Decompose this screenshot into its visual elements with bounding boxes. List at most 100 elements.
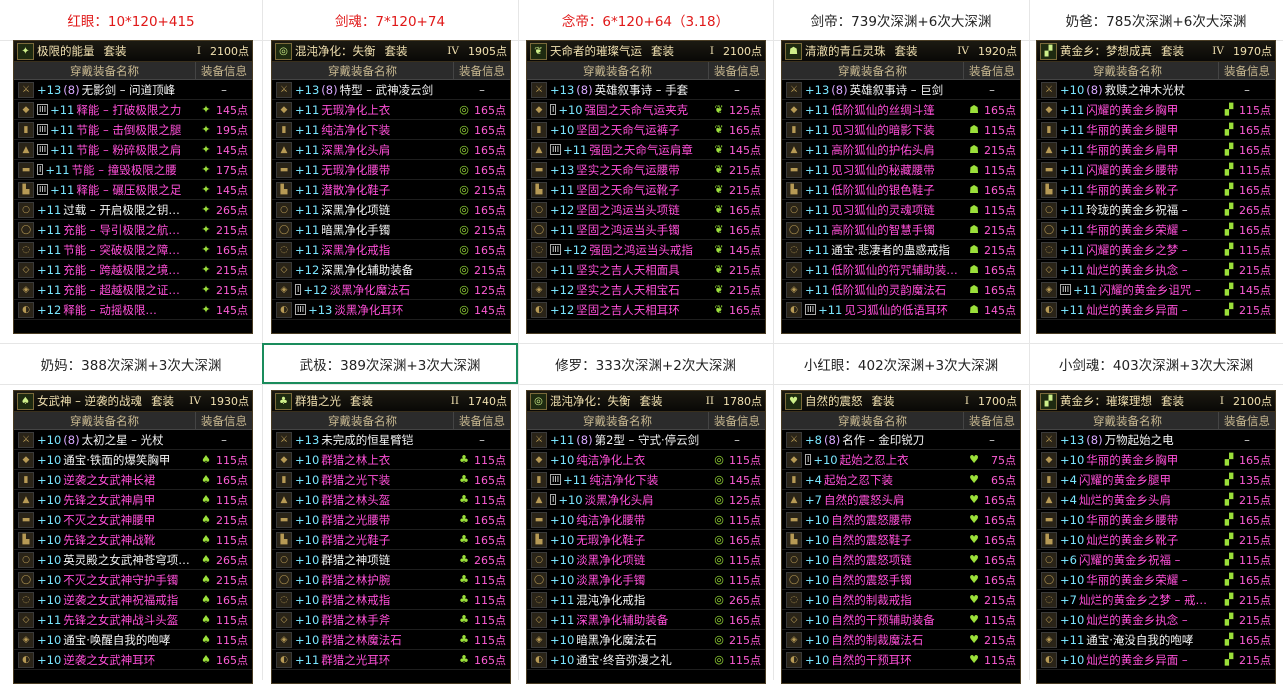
equipment-row[interactable]: ◈ +11 低阶狐仙的灵韵魔法石 ☗ 165点 (782, 280, 1020, 300)
equipment-row[interactable]: ◯ +11 高阶狐仙的智慧手镯 ☗ 215点 (782, 220, 1020, 240)
equipment-row[interactable]: ◐ III +11 见习狐仙的低语耳环 ☗ 145点 (782, 300, 1020, 320)
character-header[interactable]: 剑魂：7*120+74 (262, 0, 518, 40)
equipment-row[interactable]: ▲ +4 灿烂的黄金乡头肩 ▞ 215点 (1037, 490, 1275, 510)
equipment-row[interactable]: ▙ +10 灿烂的黄金乡靴子 ▞ 215点 (1037, 530, 1275, 550)
equipment-row[interactable]: ○ +12 坚固之鸿运当头项链 ❦ 165点 (527, 200, 765, 220)
equipment-row[interactable]: ▬ +10 群猎之光腰带 ♣ 165点 (272, 510, 510, 530)
equipment-row[interactable]: ◯ +11 暗黑净化手镯 ◎ 215点 (272, 220, 510, 240)
equipment-row[interactable]: ◆ +10 群猎之林上衣 ♣ 115点 (272, 450, 510, 470)
equipment-row[interactable]: ◌ +11 闪耀的黄金乡之梦 – ▞ 115点 (1037, 240, 1275, 260)
equipment-row[interactable]: ◈ +10 通宝·唤醒自我的咆哮 ♠ 115点 (14, 630, 252, 650)
equipment-row[interactable]: ▬ I +11 节能 – 撞毁极限之腰 ✦ 175点 (14, 160, 252, 180)
equipment-row[interactable]: ◆ +11 低阶狐仙的丝绸斗篷 ☗ 165点 (782, 100, 1020, 120)
equipment-row[interactable]: ○ +10 英灵殿之女武神苍穹项… ♠ 265点 (14, 550, 252, 570)
equipment-row[interactable]: ◌ +11 深黑净化戒指 ◎ 165点 (272, 240, 510, 260)
equipment-row[interactable]: ◯ +10 自然的震怒手镯 ♥ 165点 (782, 570, 1020, 590)
equipment-row[interactable]: ◯ +10 群猎之林护腕 ♣ 115点 (272, 570, 510, 590)
equipment-row[interactable]: ⚔ +13 (8) 万物起始之电 – (1037, 430, 1275, 450)
equipment-row[interactable]: ▙ III +11 释能 – 碾压极限之足 ✦ 145点 (14, 180, 252, 200)
equipment-row[interactable]: ◈ III +11 闪耀的黄金乡诅咒 – ▞ 145点 (1037, 280, 1275, 300)
equipment-row[interactable]: ◇ +10 群猎之林手斧 ♣ 115点 (272, 610, 510, 630)
equipment-row[interactable]: ▮ +4 闪耀的黄金乡腿甲 ▞ 135点 (1037, 470, 1275, 490)
equipment-row[interactable]: ◯ +10 淡黑净化手镯 ◎ 115点 (527, 570, 765, 590)
equipment-row[interactable]: ○ +10 群猎之神项链 ♣ 265点 (272, 550, 510, 570)
equipment-row[interactable]: ◇ +11 充能 – 跨越极限之境… ✦ 215点 (14, 260, 252, 280)
equipment-row[interactable]: ◐ +11 群猎之光耳环 ♣ 165点 (272, 650, 510, 670)
equipment-row[interactable]: ▮ III +11 节能 – 击倒极限之腿 ✦ 195点 (14, 120, 252, 140)
equipment-row[interactable]: ◇ +12 深黑净化辅助装备 ◎ 215点 (272, 260, 510, 280)
equipment-row[interactable]: ◆ I +10 起始之忍上衣 ♥ 75点 (782, 450, 1020, 470)
equipment-row[interactable]: ▬ +11 见习狐仙的秘藏腰带 ☗ 115点 (782, 160, 1020, 180)
equipment-row[interactable]: ▙ +10 自然的震怒鞋子 ♥ 165点 (782, 530, 1020, 550)
equipment-row[interactable]: ◇ +10 自然的干预辅助装备 ♥ 115点 (782, 610, 1020, 630)
equipment-row[interactable]: ◌ +11 通宝·悲凄者的蛊惑戒指 ☗ 215点 (782, 240, 1020, 260)
equipment-row[interactable]: ◆ +11 闪耀的黄金乡胸甲 ▞ 115点 (1037, 100, 1275, 120)
equipment-row[interactable]: ◐ +10 自然的干预耳环 ♥ 115点 (782, 650, 1020, 670)
equipment-row[interactable]: ⚔ +13 (8) 英雄叙事诗 – 手套 – (527, 80, 765, 100)
character-header[interactable]: 红眼：10*120+415 (0, 0, 262, 40)
equipment-row[interactable]: ◈ I +12 淡黑净化魔法石 ◎ 125点 (272, 280, 510, 300)
equipment-row[interactable]: ◐ +10 灿烂的黄金乡异面 – ▞ 215点 (1037, 650, 1275, 670)
equipment-row[interactable]: ◌ +10 逆袭之女武神祝福戒指 ♠ 165点 (14, 590, 252, 610)
equipment-row[interactable]: ▲ III +11 强固之天命气运肩章 ❦ 145点 (527, 140, 765, 160)
equipment-row[interactable]: ▙ +10 无瑕净化鞋子 ◎ 165点 (527, 530, 765, 550)
equipment-row[interactable]: ◆ +10 通宝·铁面的爆笑胸甲 ♠ 115点 (14, 450, 252, 470)
equipment-row[interactable]: ◇ +11 深黑净化辅助装备 ◎ 165点 (527, 610, 765, 630)
equipment-row[interactable]: ◌ +10 自然的制裁戒指 ♥ 215点 (782, 590, 1020, 610)
equipment-row[interactable]: ◯ +11 坚固之鸿运当头手镯 ❦ 165点 (527, 220, 765, 240)
equipment-row[interactable]: ▮ +11 华丽的黄金乡腿甲 ▞ 165点 (1037, 120, 1275, 140)
equipment-row[interactable]: ⚔ +10 (8) 太初之星 – 光杖 – (14, 430, 252, 450)
equipment-row[interactable]: ◐ +10 通宝·终音弥漫之礼 ◎ 115点 (527, 650, 765, 670)
equipment-row[interactable]: ○ +11 过载 – 开启极限之钥… ✦ 265点 (14, 200, 252, 220)
equipment-row[interactable]: ◯ +10 华丽的黄金乡荣耀 – ▞ 165点 (1037, 570, 1275, 590)
equipment-row[interactable]: ⚔ +13 未完成的恒星臂铠 – (272, 430, 510, 450)
equipment-row[interactable]: ○ +6 闪耀的黄金乡祝福 – ▞ 115点 (1037, 550, 1275, 570)
equipment-row[interactable]: ◈ +11 通宝·淹没自我的咆哮 ▞ 165点 (1037, 630, 1275, 650)
equipment-row[interactable]: ▮ +10 坚固之天命气运裤子 ❦ 165点 (527, 120, 765, 140)
equipment-row[interactable]: ◌ +11 混沌净化戒指 ◎ 265点 (527, 590, 765, 610)
equipment-row[interactable]: ▲ +10 先锋之女武神肩甲 ♠ 115点 (14, 490, 252, 510)
equipment-row[interactable]: ⚔ +10 (8) 救赎之神木光杖 – (1037, 80, 1275, 100)
equipment-row[interactable]: ▬ +11 闪耀的黄金乡腰带 ▞ 115点 (1037, 160, 1275, 180)
equipment-row[interactable]: ◇ +11 灿烂的黄金乡执念 – ▞ 215点 (1037, 260, 1275, 280)
equipment-row[interactable]: ▮ +10 群猎之光下装 ♣ 165点 (272, 470, 510, 490)
equipment-row[interactable]: ⚔ +8 (8) 名作 – 金印锐刀 – (782, 430, 1020, 450)
equipment-row[interactable]: ▮ +11 见习狐仙的暗影下装 ☗ 115点 (782, 120, 1020, 140)
character-header[interactable]: 奶妈：388次深渊+3次大深渊 (0, 343, 262, 384)
equipment-row[interactable]: ▲ +11 高阶狐仙的护佑头肩 ☗ 215点 (782, 140, 1020, 160)
character-header[interactable]: 小剑魂：403次深渊+3次大深渊 (1029, 343, 1283, 384)
equipment-row[interactable]: ◐ III +13 淡黑净化耳环 ◎ 145点 (272, 300, 510, 320)
equipment-row[interactable]: ▮ +4 起始之忍下装 ♥ 65点 (782, 470, 1020, 490)
equipment-row[interactable]: ▙ +10 群猎之光鞋子 ♣ 165点 (272, 530, 510, 550)
equipment-row[interactable]: ○ +10 自然的震怒项链 ♥ 165点 (782, 550, 1020, 570)
equipment-row[interactable]: ◐ +12 坚固之吉人天相耳环 ❦ 165点 (527, 300, 765, 320)
equipment-row[interactable]: ◯ +11 华丽的黄金乡荣耀 – ▞ 165点 (1037, 220, 1275, 240)
equipment-row[interactable]: ▬ +11 无瑕净化腰带 ◎ 165点 (272, 160, 510, 180)
equipment-row[interactable]: ◌ +10 群猎之林戒指 ♣ 115点 (272, 590, 510, 610)
equipment-row[interactable]: ▲ +11 深黑净化头肩 ◎ 165点 (272, 140, 510, 160)
equipment-row[interactable]: ▙ +10 先锋之女武神战靴 ♠ 115点 (14, 530, 252, 550)
equipment-row[interactable]: ◆ +10 华丽的黄金乡胸甲 ▞ 165点 (1037, 450, 1275, 470)
equipment-row[interactable]: ⚔ +13 (8) 特型 – 武神凌云剑 – (272, 80, 510, 100)
equipment-row[interactable]: ◐ +12 释能 – 动摇极限… ✦ 145点 (14, 300, 252, 320)
equipment-row[interactable]: ◈ +10 群猎之林魔法石 ♣ 115点 (272, 630, 510, 650)
equipment-row[interactable]: ▙ +11 低阶狐仙的银色鞋子 ☗ 165点 (782, 180, 1020, 200)
equipment-row[interactable]: ▮ +11 纯洁净化下装 ◎ 165点 (272, 120, 510, 140)
character-header[interactable]: 武极：389次深渊+3次大深渊 (262, 343, 518, 384)
equipment-row[interactable]: ▲ +11 华丽的黄金乡肩甲 ▞ 165点 (1037, 140, 1275, 160)
equipment-row[interactable]: ◇ +11 先锋之女武神战斗头盔 ♠ 115点 (14, 610, 252, 630)
equipment-row[interactable]: ▬ +10 自然的震怒腰带 ♥ 165点 (782, 510, 1020, 530)
character-header[interactable]: 修罗：333次深渊+2次大深渊 (518, 343, 773, 384)
equipment-row[interactable]: ○ +11 深黑净化项链 ◎ 165点 (272, 200, 510, 220)
equipment-row[interactable]: ◇ +10 灿烂的黄金乡执念 – ▞ 215点 (1037, 610, 1275, 630)
equipment-row[interactable]: ⚔ +11 (8) 第2型 – 守式·停云剑 – (527, 430, 765, 450)
equipment-row[interactable]: ◈ +12 坚实之吉人天相宝石 ❦ 215点 (527, 280, 765, 300)
equipment-row[interactable]: ▲ I +10 淡黑净化头肩 ◎ 125点 (527, 490, 765, 510)
equipment-row[interactable]: ▙ +11 坚固之天命气运靴子 ❦ 215点 (527, 180, 765, 200)
equipment-row[interactable]: ◯ +11 充能 – 导引极限之航… ✦ 215点 (14, 220, 252, 240)
equipment-row[interactable]: ▙ +11 潜散净化鞋子 ◎ 215点 (272, 180, 510, 200)
equipment-row[interactable]: ◯ +10 不灭之女武神守护手镯 ♠ 215点 (14, 570, 252, 590)
equipment-row[interactable]: ◆ +11 无瑕净化上衣 ◎ 165点 (272, 100, 510, 120)
equipment-row[interactable]: ◆ III +11 释能 – 打破极限之力 ✦ 145点 (14, 100, 252, 120)
equipment-row[interactable]: ◈ +11 充能 – 超越极限之证… ✦ 215点 (14, 280, 252, 300)
